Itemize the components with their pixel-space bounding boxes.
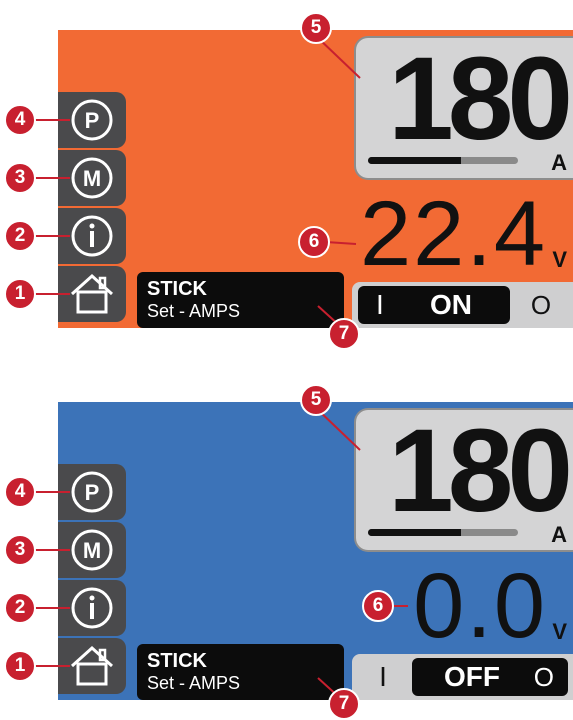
- memory-icon: M: [71, 157, 113, 199]
- memory-icon: M: [71, 529, 113, 571]
- home-icon: [70, 273, 114, 314]
- info-button[interactable]: [58, 580, 126, 636]
- off-mark: O: [530, 289, 552, 320]
- home-icon: [70, 645, 114, 686]
- svg-text:P: P: [85, 480, 100, 505]
- voltage-value: 0.0: [413, 555, 547, 657]
- callout-6: 6: [298, 226, 330, 258]
- off-mark: O: [533, 661, 554, 692]
- current-level-bar: [368, 529, 518, 536]
- sidebar-menu-bottom: P M: [58, 464, 126, 696]
- process-label: STICK: [147, 278, 207, 300]
- current-unit: A: [551, 150, 567, 175]
- callout-6: 6: [362, 590, 394, 622]
- output-on-segment[interactable]: I ON: [358, 286, 510, 324]
- callout-4: 4: [4, 104, 36, 136]
- current-display[interactable]: 180 A: [354, 36, 573, 180]
- on-mark: I: [379, 661, 387, 692]
- process-label: STICK: [147, 650, 207, 672]
- output-off-segment[interactable]: OFF O: [412, 658, 568, 696]
- output-state-label: ON: [430, 289, 472, 320]
- callout-3: 3: [4, 534, 36, 566]
- callout-2: 2: [4, 592, 36, 624]
- home-button[interactable]: [58, 638, 126, 694]
- callout-7: 7: [328, 688, 360, 720]
- memory-button[interactable]: M: [58, 522, 126, 578]
- program-button[interactable]: P: [58, 92, 126, 148]
- memory-button[interactable]: M: [58, 150, 126, 206]
- info-icon: [71, 587, 113, 629]
- current-level-bar: [368, 157, 518, 164]
- output-off-segment[interactable]: O: [516, 286, 566, 324]
- setting-label: Set - AMPS: [147, 301, 241, 321]
- callout-7: 7: [328, 318, 360, 350]
- callout-1: 1: [4, 650, 36, 682]
- program-button[interactable]: P: [58, 464, 126, 520]
- voltage-value: 22.4: [359, 183, 547, 285]
- svg-text:M: M: [83, 166, 101, 191]
- info-button[interactable]: [58, 208, 126, 264]
- on-mark: I: [376, 289, 384, 320]
- voltage-unit: V: [552, 619, 567, 644]
- current-unit: A: [551, 522, 567, 547]
- current-value: 180: [388, 405, 573, 537]
- callout-5: 5: [300, 384, 332, 416]
- output-toggle[interactable]: I ON O: [352, 282, 573, 328]
- sidebar-menu-top: P M: [58, 92, 126, 324]
- callout-2: 2: [4, 220, 36, 252]
- callout-1: 1: [4, 278, 36, 310]
- output-on-segment[interactable]: I: [358, 658, 408, 696]
- current-level-fill: [368, 529, 461, 536]
- callout-3: 3: [4, 162, 36, 194]
- program-icon: P: [71, 99, 113, 141]
- output-state-label: OFF: [444, 661, 500, 692]
- output-toggle[interactable]: I OFF O: [352, 654, 573, 700]
- svg-text:M: M: [83, 538, 101, 563]
- current-display[interactable]: 180 A: [354, 408, 573, 552]
- callout-4: 4: [4, 476, 36, 508]
- home-button[interactable]: [58, 266, 126, 322]
- current-value: 180: [388, 33, 573, 165]
- program-icon: P: [71, 471, 113, 513]
- current-level-fill: [368, 157, 461, 164]
- voltage-unit: V: [552, 247, 567, 272]
- mode-indicator[interactable]: STICK Set - AMPS: [137, 644, 344, 700]
- svg-text:P: P: [85, 108, 100, 133]
- info-icon: [71, 215, 113, 257]
- setting-label: Set - AMPS: [147, 673, 241, 693]
- mode-indicator[interactable]: STICK Set - AMPS: [137, 272, 344, 328]
- callout-5: 5: [300, 12, 332, 44]
